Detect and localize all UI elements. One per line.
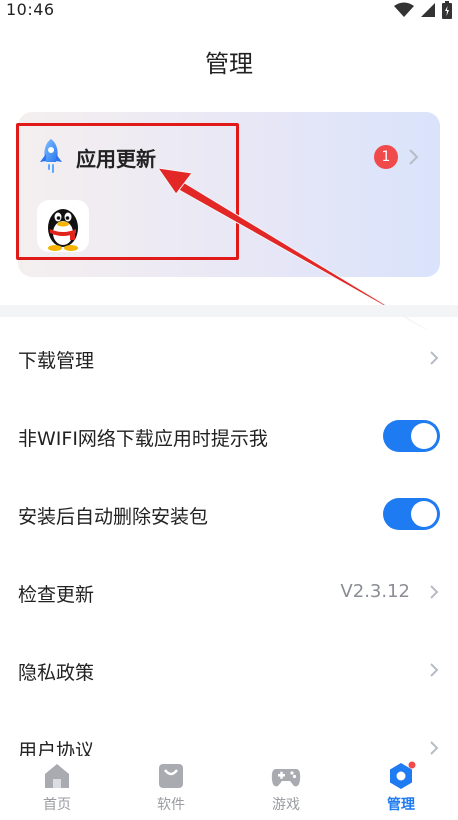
signal-icon bbox=[421, 3, 435, 17]
status-time: 10:46 bbox=[6, 0, 55, 19]
chevron-right-icon bbox=[409, 149, 419, 165]
update-count-badge: 1 bbox=[374, 145, 398, 169]
auto-delete-package-toggle[interactable] bbox=[383, 498, 440, 530]
privacy-policy-row[interactable]: 隐私政策 bbox=[0, 632, 458, 710]
nav-label: 首页 bbox=[43, 797, 71, 813]
page-title: 管理 bbox=[205, 50, 253, 78]
check-update-row[interactable]: 检查更新 V2.3.12 bbox=[0, 554, 458, 632]
gamepad-icon bbox=[271, 769, 301, 787]
status-bar: 10:46 bbox=[0, 0, 458, 24]
wifi-icon bbox=[394, 2, 414, 17]
bag-icon bbox=[159, 764, 183, 788]
setting-label: 非WIFI网络下载应用时提示我 bbox=[18, 428, 268, 450]
chevron-right-icon bbox=[430, 351, 439, 365]
bottom-nav: 首页 软件 游戏 管理 bbox=[0, 756, 458, 820]
annotation-highlight-box bbox=[16, 123, 239, 260]
non-wifi-prompt-row: 非WIFI网络下载应用时提示我 bbox=[0, 398, 458, 476]
battery-icon bbox=[442, 1, 452, 19]
toggle-knob bbox=[411, 501, 437, 527]
chevron-right-icon bbox=[430, 663, 439, 677]
chevron-right-icon bbox=[430, 585, 439, 599]
section-divider bbox=[0, 305, 458, 317]
manage-hexagon-icon bbox=[390, 761, 416, 789]
non-wifi-prompt-toggle[interactable] bbox=[383, 420, 440, 452]
setting-label: 隐私政策 bbox=[18, 662, 95, 684]
nav-label: 软件 bbox=[157, 797, 185, 813]
chevron-right-icon bbox=[430, 741, 439, 755]
home-icon bbox=[45, 764, 69, 788]
download-management-row[interactable]: 下载管理 bbox=[0, 320, 458, 398]
nav-tab-home[interactable]: 首页 bbox=[0, 756, 114, 820]
version-value: V2.3.12 bbox=[340, 581, 410, 602]
status-icons bbox=[394, 1, 452, 19]
setting-label: 安装后自动删除安装包 bbox=[18, 506, 209, 528]
nav-tab-software[interactable]: 软件 bbox=[114, 756, 228, 820]
nav-tab-games[interactable]: 游戏 bbox=[229, 756, 343, 820]
nav-tab-manage[interactable]: 管理 bbox=[344, 756, 458, 820]
nav-label: 管理 bbox=[387, 797, 415, 813]
setting-label: 检查更新 bbox=[18, 584, 95, 606]
auto-delete-package-row: 安装后自动删除安装包 bbox=[0, 476, 458, 554]
setting-label: 下载管理 bbox=[18, 350, 95, 372]
nav-label: 游戏 bbox=[272, 797, 300, 813]
toggle-knob bbox=[411, 423, 437, 449]
